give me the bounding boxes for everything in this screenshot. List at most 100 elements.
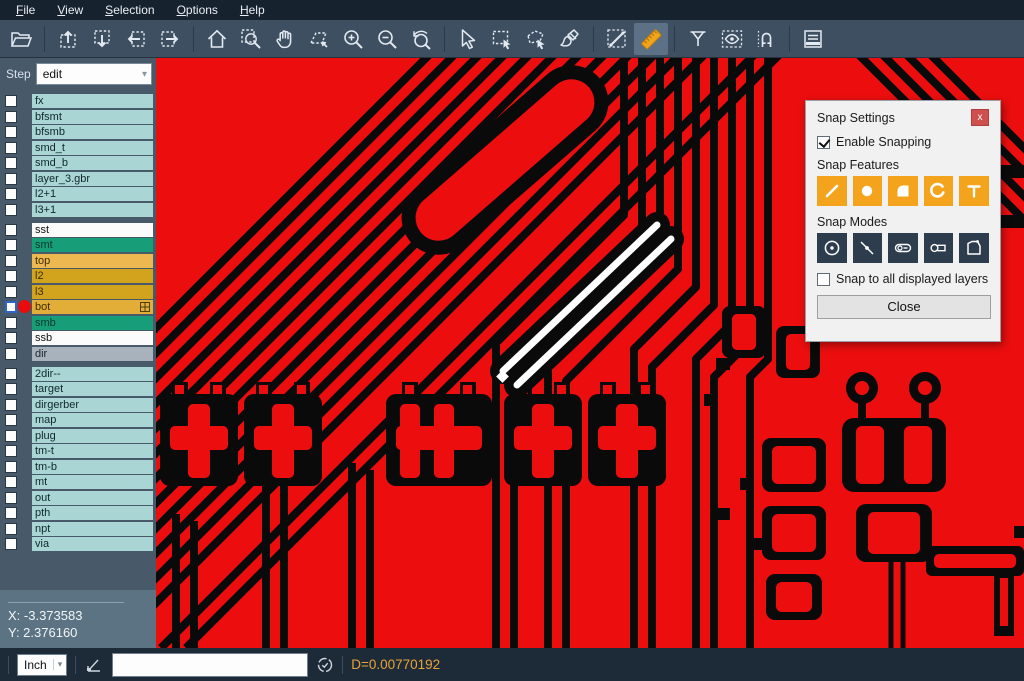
layer-visibility-checkbox[interactable]	[5, 523, 17, 535]
layer-visibility-checkbox[interactable]	[5, 507, 17, 519]
layer-visibility-checkbox[interactable]	[5, 301, 17, 313]
layer-name[interactable]: via	[32, 537, 153, 551]
zoom-polygon-button[interactable]	[302, 23, 336, 55]
layer-visibility-checkbox[interactable]	[5, 332, 17, 344]
home-view-button[interactable]	[200, 23, 234, 55]
select-rectangle-button[interactable]	[485, 23, 519, 55]
zoom-out-button[interactable]	[370, 23, 404, 55]
snap-feature-pad-button[interactable]	[853, 176, 883, 206]
snap-mode-pad-entire-button[interactable]	[888, 233, 918, 263]
snap-feature-arc-button[interactable]	[924, 176, 954, 206]
layer-name[interactable]: mt	[32, 475, 153, 489]
snap-magnet-button[interactable]	[749, 23, 783, 55]
layer-row-bfsmb[interactable]: bfsmb	[3, 125, 153, 139]
pan-right-button[interactable]	[153, 23, 187, 55]
layer-name[interactable]: top	[32, 254, 153, 268]
layer-name[interactable]: l3	[32, 285, 153, 299]
layer-name[interactable]: tm-b	[32, 460, 153, 474]
menu-file[interactable]: File	[6, 1, 45, 19]
layer-row-bfsmt[interactable]: bfsmt	[3, 110, 153, 124]
layer-name[interactable]: bfsmt	[32, 110, 153, 124]
snap-mode-contour-button[interactable]	[959, 233, 989, 263]
zoom-window-button[interactable]	[234, 23, 268, 55]
step-dropdown[interactable]: edit ▾	[36, 63, 152, 85]
layer-visibility-checkbox[interactable]	[5, 270, 17, 282]
layer-name[interactable]: bfsmb	[32, 125, 153, 139]
layer-visibility-checkbox[interactable]	[5, 111, 17, 123]
layer-row-2dir--[interactable]: 2dir--	[3, 367, 153, 381]
layer-row-mt[interactable]: mt	[3, 475, 153, 489]
view-options-button[interactable]	[715, 23, 749, 55]
close-icon[interactable]: x	[971, 109, 989, 126]
layer-name[interactable]: smd_t	[32, 141, 153, 155]
layer-name[interactable]: smd_b	[32, 156, 153, 170]
layer-visibility-checkbox[interactable]	[5, 142, 17, 154]
layer-row-l2+1[interactable]: l2+1	[3, 187, 153, 201]
layer-row-pth[interactable]: pth	[3, 506, 153, 520]
layer-row-map[interactable]: map	[3, 413, 153, 427]
menu-selection[interactable]: Selection	[95, 1, 164, 19]
layer-name[interactable]: l2	[32, 269, 153, 283]
layer-name[interactable]: tm-t	[32, 444, 153, 458]
layer-visibility-checkbox[interactable]	[5, 399, 17, 411]
layer-visibility-checkbox[interactable]	[5, 476, 17, 488]
layer-visibility-checkbox[interactable]	[5, 188, 17, 200]
layer-row-target[interactable]: target	[3, 382, 153, 396]
layer-row-bot[interactable]: bot	[3, 300, 153, 314]
layer-visibility-checkbox[interactable]	[5, 317, 17, 329]
layer-row-l2[interactable]: l2	[3, 269, 153, 283]
select-pointer-button[interactable]	[451, 23, 485, 55]
layer-visibility-checkbox[interactable]	[5, 204, 17, 216]
layer-visibility-checkbox[interactable]	[5, 224, 17, 236]
layer-name[interactable]: layer_3.gbr	[32, 172, 153, 186]
filter-button[interactable]	[681, 23, 715, 55]
open-file-button[interactable]	[4, 23, 38, 55]
menu-options[interactable]: Options	[167, 1, 228, 19]
layer-visibility-checkbox[interactable]	[5, 348, 17, 360]
layer-visibility-checkbox[interactable]	[5, 492, 17, 504]
snap-feature-surface-button[interactable]	[888, 176, 918, 206]
layer-row-smb[interactable]: smb	[3, 316, 153, 330]
layer-name[interactable]: 2dir--	[32, 367, 153, 381]
layer-row-layer_3.gbr[interactable]: layer_3.gbr	[3, 172, 153, 186]
pan-up-button[interactable]	[51, 23, 85, 55]
layer-name[interactable]: ssb	[32, 331, 153, 345]
layer-name[interactable]: l3+1	[32, 203, 153, 217]
layer-row-npt[interactable]: npt	[3, 522, 153, 536]
layer-visibility-checkbox[interactable]	[5, 538, 17, 550]
unit-dropdown[interactable]: Inch ▾	[17, 654, 67, 676]
zoom-previous-button[interactable]	[404, 23, 438, 55]
layer-name[interactable]: l2+1	[32, 187, 153, 201]
command-input[interactable]	[112, 653, 308, 677]
layer-visibility-checkbox[interactable]	[5, 414, 17, 426]
layer-name[interactable]: fx	[32, 94, 153, 108]
layer-visibility-checkbox[interactable]	[5, 255, 17, 267]
snap-mode-pad-end-button[interactable]	[924, 233, 954, 263]
layer-row-out[interactable]: out	[3, 491, 153, 505]
snap-feature-text-button[interactable]	[959, 176, 989, 206]
layer-visibility-checkbox[interactable]	[5, 157, 17, 169]
layer-row-sst[interactable]: sst	[3, 223, 153, 237]
layer-visibility-checkbox[interactable]	[5, 95, 17, 107]
select-polygon-button[interactable]	[519, 23, 553, 55]
measure-line-button[interactable]	[600, 23, 634, 55]
pcb-canvas[interactable]: Snap Settings x Enable Snapping Snap Fea…	[156, 58, 1024, 648]
layer-name[interactable]: sst	[32, 223, 153, 237]
snap-mode-intersection-button[interactable]	[853, 233, 883, 263]
layer-name[interactable]: target	[32, 382, 153, 396]
layer-name[interactable]: smt	[32, 238, 153, 252]
layer-visibility-checkbox[interactable]	[5, 461, 17, 473]
layer-name[interactable]: pth	[32, 506, 153, 520]
layer-name[interactable]: smb	[32, 316, 153, 330]
pan-hand-button[interactable]	[268, 23, 302, 55]
close-button[interactable]: Close	[817, 295, 991, 319]
dialog-titlebar[interactable]: Snap Settings x	[817, 109, 989, 126]
layer-name[interactable]: plug	[32, 429, 153, 443]
layer-row-tm-t[interactable]: tm-t	[3, 444, 153, 458]
layer-row-l3+1[interactable]: l3+1	[3, 203, 153, 217]
menu-help[interactable]: Help	[230, 1, 275, 19]
all-layers-checkbox[interactable]	[817, 273, 830, 286]
layer-name[interactable]: out	[32, 491, 153, 505]
layer-row-dirgerber[interactable]: dirgerber	[3, 398, 153, 412]
layer-row-tm-b[interactable]: tm-b	[3, 460, 153, 474]
